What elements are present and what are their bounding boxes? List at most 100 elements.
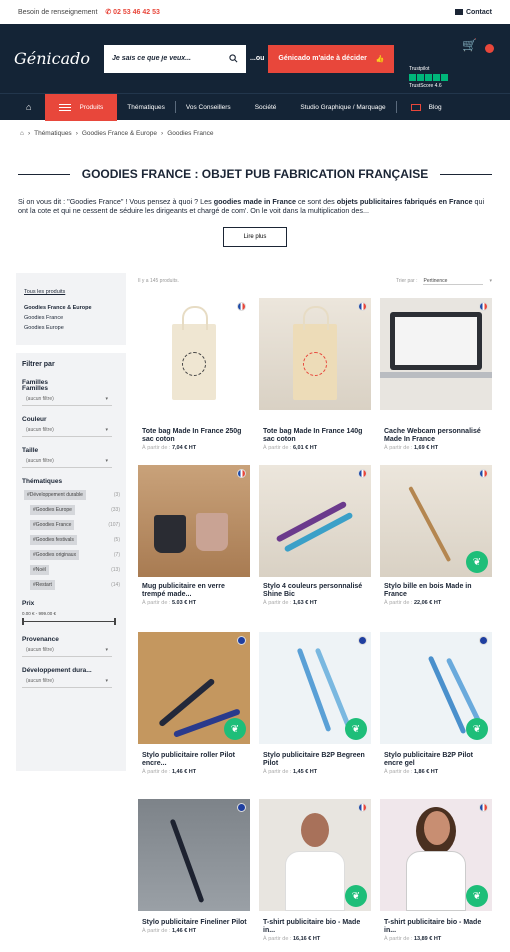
search-input[interactable] bbox=[112, 55, 222, 62]
filter-title: Filtrer par bbox=[22, 361, 55, 368]
family-select[interactable]: (aucun filtre) ▾ bbox=[22, 392, 112, 406]
filter-panel: Filtrer par Familles Familles (aucun fil… bbox=[16, 353, 126, 771]
envelope-icon bbox=[454, 9, 463, 15]
tag-item[interactable]: #Noël (13) bbox=[22, 565, 120, 575]
product-price: À partir de : 1,63 € HT bbox=[263, 600, 318, 606]
nav-blog[interactable]: Blog bbox=[397, 94, 456, 121]
product-image[interactable]: ❦ bbox=[380, 465, 492, 577]
product-image[interactable] bbox=[259, 298, 371, 410]
chevron-down-icon: ▾ bbox=[489, 278, 492, 284]
breadcrumb-item[interactable]: Goodies France & Europe bbox=[82, 130, 157, 137]
sort-select[interactable]: Pertinence bbox=[423, 278, 484, 285]
product-image[interactable]: ❦ bbox=[380, 799, 492, 911]
breadcrumb-item[interactable]: Thématiques bbox=[34, 130, 72, 137]
product-name[interactable]: Mug publicitaire en verre trempé made... bbox=[138, 583, 250, 599]
provenance-select[interactable]: (aucun filtre) ▾ bbox=[22, 643, 112, 657]
nav-thematiques[interactable]: Thématiques bbox=[117, 94, 175, 121]
cart-icon[interactable]: 🛒 bbox=[462, 38, 477, 52]
search-icon[interactable] bbox=[229, 54, 238, 63]
category-item[interactable]: Goodies Europe bbox=[24, 323, 118, 333]
product-card[interactable]: Cache Webcam personnalisé Made In France… bbox=[380, 298, 492, 465]
product-card[interactable]: Stylo publicitaire Fineliner Pilot À par… bbox=[138, 799, 250, 952]
product-image[interactable] bbox=[138, 799, 250, 911]
tag-list: #Développement durable (3) #Goodies Europ… bbox=[22, 490, 120, 590]
product-image[interactable] bbox=[380, 298, 492, 410]
read-more-button[interactable]: Lire plus bbox=[223, 227, 287, 247]
all-products-link[interactable]: Tous les produits bbox=[24, 287, 118, 297]
product-image[interactable]: ❦ bbox=[380, 632, 492, 744]
product-price: À partir de : 16,16 € HT bbox=[263, 936, 321, 942]
slider-handle-max[interactable] bbox=[114, 618, 116, 625]
france-flag-icon bbox=[237, 469, 246, 478]
color-select[interactable]: (aucun filtre) ▾ bbox=[22, 423, 112, 437]
product-price: À partir de : 1,86 € HT bbox=[384, 769, 439, 775]
product-card[interactable]: ❦ Stylo publicitaire B2P Pilot encre gel… bbox=[380, 632, 492, 799]
product-image[interactable] bbox=[259, 465, 371, 577]
category-current[interactable]: Goodies France & Europe bbox=[24, 303, 118, 313]
product-name[interactable]: Stylo publicitaire Fineliner Pilot bbox=[138, 919, 250, 927]
product-name[interactable]: Stylo bille en bois Made in France bbox=[380, 583, 492, 599]
product-card[interactable]: ❦ T-shirt publicitaire bio - Made in... … bbox=[259, 799, 371, 952]
product-price: À partir de : 6,01 € HT bbox=[263, 445, 318, 451]
product-card[interactable]: Tote bag Made In France 140g sac coton À… bbox=[259, 298, 371, 465]
product-name[interactable]: Tote bag Made In France 140g sac coton bbox=[259, 428, 371, 444]
nav-conseillers[interactable]: Vos Conseillers bbox=[176, 94, 241, 121]
price-slider[interactable] bbox=[22, 618, 116, 626]
nav-products[interactable]: Produits bbox=[45, 93, 118, 121]
phone-link[interactable]: ✆ 02 53 46 42 53 bbox=[105, 9, 160, 16]
product-card[interactable]: ❦ Stylo bille en bois Made in France À p… bbox=[380, 465, 492, 632]
nav-studio[interactable]: Studio Graphique / Marquage bbox=[290, 94, 395, 121]
product-price: À partir de : 1,45 € HT bbox=[263, 769, 318, 775]
contact-link[interactable]: Contact bbox=[454, 8, 492, 16]
sustainability-select[interactable]: (aucun filtre) ▾ bbox=[22, 674, 112, 688]
product-name[interactable]: Stylo publicitaire B2P Begreen Pilot bbox=[259, 752, 371, 768]
product-price: À partir de : 7,04 € HT bbox=[142, 445, 197, 451]
product-name[interactable]: Stylo 4 couleurs personnalisé Shine Bic bbox=[259, 583, 371, 599]
product-card[interactable]: Tote bag Made In France 250g sac coton À… bbox=[138, 298, 250, 465]
product-name[interactable]: T-shirt publicitaire bio - Made in... bbox=[259, 919, 371, 935]
product-name[interactable]: Tote bag Made In France 250g sac coton bbox=[138, 428, 250, 444]
slider-handle-min[interactable] bbox=[22, 618, 24, 625]
logo[interactable]: Génicado bbox=[14, 49, 104, 68]
product-image[interactable]: ❦ bbox=[259, 799, 371, 911]
product-card[interactable]: ❦ Stylo publicitaire roller Pilot encre.… bbox=[138, 632, 250, 799]
tag-item[interactable]: #Goodies festivals (5) bbox=[22, 535, 120, 545]
home-icon[interactable]: ⌂ bbox=[20, 130, 24, 137]
filter-label: Taille bbox=[22, 447, 39, 454]
product-name[interactable]: T-shirt publicitaire bio - Made in... bbox=[380, 919, 492, 935]
eco-leaf-icon: ❦ bbox=[345, 885, 367, 907]
product-image[interactable] bbox=[138, 465, 250, 577]
france-flag-icon bbox=[358, 469, 367, 478]
sort-control[interactable]: Trier par : Pertinence ▾ bbox=[396, 278, 492, 285]
tag-item[interactable]: #Goodies Europe (33) bbox=[22, 505, 120, 515]
tag-item[interactable]: #Développement durable (3) bbox=[22, 490, 120, 500]
tag-item[interactable]: #Goodies France (107) bbox=[22, 520, 120, 530]
product-image[interactable] bbox=[138, 298, 250, 410]
nav-label: Produits bbox=[79, 103, 104, 111]
product-name[interactable]: Cache Webcam personnalisé Made In France bbox=[380, 428, 492, 444]
nav-societe[interactable]: Société bbox=[241, 94, 291, 121]
title-line bbox=[440, 173, 492, 175]
trustpilot-widget[interactable]: Trustpilot TrustScore 4.6 bbox=[409, 66, 448, 89]
or-label: ...ou bbox=[250, 55, 265, 62]
tag-item[interactable]: #Goodies originaux (7) bbox=[22, 550, 120, 560]
tag-item[interactable]: #Restart (14) bbox=[22, 580, 120, 590]
size-select[interactable]: (aucun filtre) ▾ bbox=[22, 454, 112, 468]
france-flag-icon bbox=[358, 302, 367, 311]
product-card[interactable]: Stylo 4 couleurs personnalisé Shine Bic … bbox=[259, 465, 371, 632]
chevron-down-icon: ▾ bbox=[105, 396, 108, 402]
sort-label: Trier par : bbox=[396, 278, 418, 284]
product-name[interactable]: Stylo publicitaire B2P Pilot encre gel bbox=[380, 752, 492, 768]
product-name[interactable]: Stylo publicitaire roller Pilot encre... bbox=[138, 752, 250, 768]
contact-label: Contact bbox=[465, 8, 492, 16]
product-card[interactable]: ❦ T-shirt publicitaire bio - Made in... … bbox=[380, 799, 492, 952]
product-card[interactable]: ❦ Stylo publicitaire B2P Begreen Pilot À… bbox=[259, 632, 371, 799]
home-icon[interactable]: ⌂ bbox=[0, 94, 45, 121]
category-item[interactable]: Goodies France bbox=[24, 313, 118, 323]
help-decide-button[interactable]: Génicado m'aide à décider 👍 bbox=[268, 44, 395, 73]
product-price: À partir de : 13,89 € HT bbox=[384, 936, 442, 942]
product-image[interactable]: ❦ bbox=[259, 632, 371, 744]
product-image[interactable]: ❦ bbox=[138, 632, 250, 744]
product-card[interactable]: Mug publicitaire en verre trempé made...… bbox=[138, 465, 250, 632]
help-decide-label: Génicado m'aide à décider bbox=[278, 55, 367, 62]
